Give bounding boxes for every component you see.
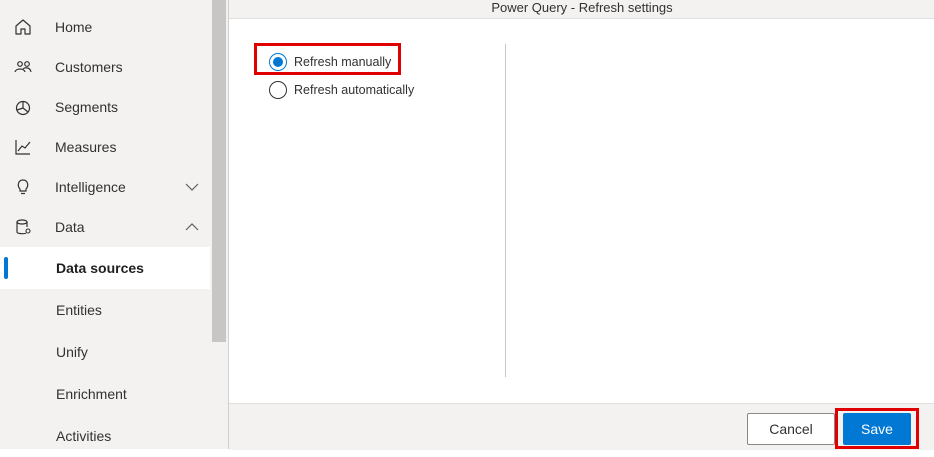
lightbulb-icon <box>13 177 33 197</box>
dialog-footer: Cancel Save <box>229 403 934 450</box>
sidebar-subitem-label: Unify <box>56 344 88 360</box>
data-icon <box>13 217 33 237</box>
sidebar-subitem-unify[interactable]: Unify <box>0 331 212 373</box>
sidebar-subitem-label: Entities <box>56 302 102 318</box>
selection-indicator <box>4 257 8 279</box>
sidebar-subitem-enrichment[interactable]: Enrichment <box>0 373 212 415</box>
measures-icon <box>13 137 33 157</box>
sidebar-subitem-data-sources[interactable]: Data sources <box>0 247 210 289</box>
sidebar-item-label: Measures <box>55 139 117 155</box>
sidebar-item-label: Data <box>55 219 85 235</box>
sidebar-item-home[interactable]: Home <box>0 7 212 47</box>
sidebar-item-label: Customers <box>55 59 123 75</box>
sidebar-subitem-entities[interactable]: Entities <box>0 289 212 331</box>
sidebar-nav: Home Customers Segments Measures Intelli… <box>0 0 212 449</box>
dialog-header: Power Query - Refresh settings <box>229 0 934 19</box>
cancel-button[interactable]: Cancel <box>747 413 835 445</box>
sidebar-subitem-label: Enrichment <box>56 386 127 402</box>
segments-icon <box>13 97 33 117</box>
chevron-up-icon[interactable] <box>184 219 200 235</box>
save-button-highlight-box <box>835 408 919 449</box>
sidebar-item-segments[interactable]: Segments <box>0 87 212 127</box>
home-icon <box>13 17 33 37</box>
sidebar-item-customers[interactable]: Customers <box>0 47 212 87</box>
sidebar-subitem-label: Activities <box>56 428 112 444</box>
dialog-title: Power Query - Refresh settings <box>491 0 673 15</box>
vertical-divider <box>505 44 506 377</box>
sidebar-item-label: Home <box>55 19 93 35</box>
refresh-automatically-radio[interactable] <box>269 81 287 99</box>
refresh-manually-highlight-box <box>254 43 401 75</box>
sidebar-item-measures[interactable]: Measures <box>0 127 212 167</box>
sidebar-item-intelligence[interactable]: Intelligence <box>0 167 212 207</box>
refresh-automatically-label[interactable]: Refresh automatically <box>294 83 414 97</box>
sidebar-scrollbar-thumb[interactable] <box>212 0 226 342</box>
customers-icon <box>13 57 33 77</box>
refresh-automatically-option[interactable]: Refresh automatically <box>269 79 509 103</box>
sidebar-subitem-activities[interactable]: Activities <box>0 415 212 457</box>
sidebar-item-data[interactable]: Data <box>0 207 212 247</box>
sidebar-item-label: Intelligence <box>55 179 126 195</box>
sidebar-item-label: Segments <box>55 99 119 115</box>
sidebar-subitem-label: Data sources <box>56 260 144 276</box>
chevron-down-icon[interactable] <box>184 179 200 195</box>
